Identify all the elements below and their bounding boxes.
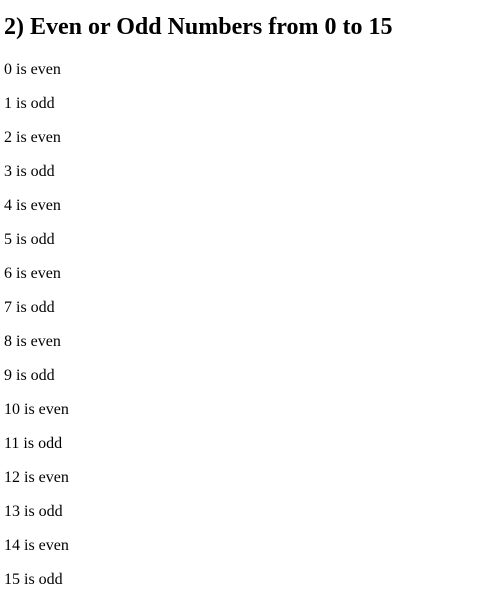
result-line: 1 is odd <box>4 95 55 112</box>
result-line: 0 is even <box>4 61 61 78</box>
result-line: 8 is even <box>4 333 61 350</box>
result-line: 2 is even <box>4 129 61 146</box>
result-line: 12 is even <box>4 469 69 486</box>
result-line: 5 is odd <box>4 231 55 248</box>
result-line: 7 is odd <box>4 299 55 316</box>
result-line: 6 is even <box>4 265 61 282</box>
result-line: 11 is odd <box>4 435 63 452</box>
result-line: 15 is odd <box>4 571 63 588</box>
result-line: 14 is even <box>4 537 69 554</box>
result-line: 13 is odd <box>4 503 63 520</box>
page-title: 2) Even or Odd Numbers from 0 to 15 <box>4 14 393 40</box>
result-list: 0 is even 1 is odd 2 is even 3 is odd 4 … <box>4 60 69 604</box>
result-line: 3 is odd <box>4 163 55 180</box>
result-line: 4 is even <box>4 197 61 214</box>
result-line: 10 is even <box>4 401 69 418</box>
result-line: 9 is odd <box>4 367 55 384</box>
